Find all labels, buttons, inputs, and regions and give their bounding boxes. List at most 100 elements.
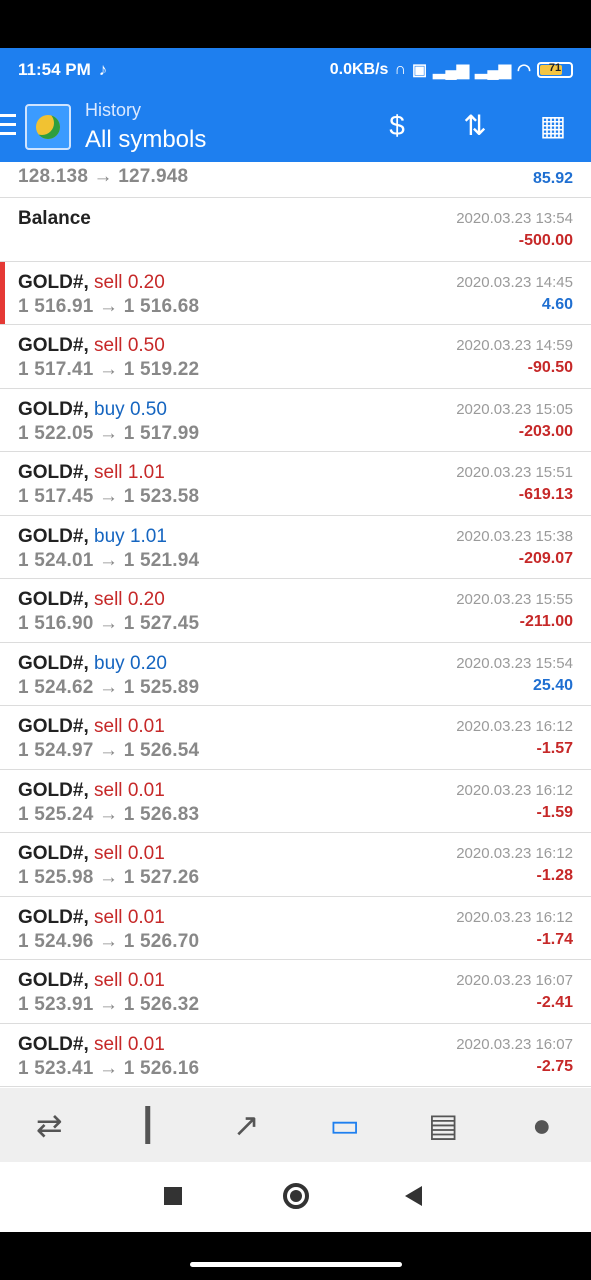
trade-time: 2020.03.23 15:38	[456, 527, 573, 545]
history-row[interactable]: GOLD#, sell 0.01 1 525.98 → 1 527.26 2020.…	[0, 833, 591, 897]
messages-icon[interactable]: ●	[517, 1107, 567, 1144]
history-list[interactable]: 128.138 → 127.948 85.92 Balance 2020.03.23 …	[0, 162, 591, 1088]
trade-symbol: GOLD#,	[18, 462, 89, 483]
wifi-icon: ◠	[517, 62, 531, 79]
status-right-group: 0.0KB/s ∩ ▣ ▂▄▆ ▂▄▆ ◠ 71	[330, 60, 573, 80]
trade-symbol-line: GOLD#, sell 0.20	[18, 272, 165, 294]
trade-symbol: GOLD#,	[18, 271, 89, 293]
history-row[interactable]: GOLD#, buy 0.20 1 524.62 → 1 525.89 2020.0…	[0, 643, 591, 706]
trade-icon[interactable]: ↗	[221, 1106, 271, 1144]
trade-symbol-line: GOLD#, sell 1.01	[18, 462, 165, 484]
history-row[interactable]: GOLD#, sell 0.01 1 524.97 → 1 526.54 2020.…	[0, 706, 591, 770]
history-row[interactable]: GOLD#, buy 1.01 1 524.01 → 1 521.94 2020.0…	[0, 516, 591, 579]
trade-symbol: GOLD#,	[18, 970, 89, 991]
recents-button[interactable]	[164, 1187, 182, 1205]
trade-direction: sell	[94, 1033, 123, 1055]
trade-side: sell 0.01	[89, 1034, 165, 1055]
trade-profit: -500.00	[518, 232, 573, 249]
symbol-selector[interactable]: All symbols	[85, 126, 206, 154]
trade-symbol-line: GOLD#, sell 0.01	[18, 1034, 165, 1056]
trade-symbol-line: GOLD#, sell 0.20	[18, 589, 165, 611]
menu-icon[interactable]	[0, 114, 16, 136]
trade-profit: -1.28	[536, 867, 573, 884]
app-bar: History All symbols $ ⇅ ▦	[0, 92, 591, 162]
trade-direction: sell	[94, 843, 123, 864]
trade-lot: 1.01	[127, 462, 165, 483]
trade-profit: -1.57	[536, 740, 573, 757]
history-row[interactable]: GOLD#, sell 0.20 1 516.90 → 1 527.45 2020.…	[0, 579, 591, 643]
trade-prices: 1 523.91 → 1 526.32	[18, 994, 200, 1015]
volte-icon: ▣	[412, 62, 428, 79]
trade-direction: sell	[94, 779, 123, 801]
trade-symbol-line: GOLD#, sell 0.01	[18, 970, 165, 992]
battery-icon: 71	[537, 62, 573, 78]
trade-profit: -619.13	[518, 486, 573, 503]
trade-symbol: GOLD#,	[18, 843, 89, 864]
trade-prices: 128.138 → 127.948	[18, 166, 189, 187]
history-row[interactable]: GOLD#, sell 1.01 1 517.45 → 1 523.58 2020.…	[0, 452, 591, 516]
history-icon[interactable]: ▭	[320, 1106, 370, 1144]
trade-prices: 1 524.01 → 1 521.94	[18, 549, 200, 571]
status-time: 11:54 PM	[18, 60, 91, 79]
history-row[interactable]: GOLD#, sell 0.01 1 523.41 → 1 526.16 2020.…	[0, 1024, 591, 1087]
home-indicator[interactable]	[190, 1262, 402, 1267]
trade-direction: sell	[94, 589, 123, 610]
calendar-icon[interactable]: ▦	[533, 106, 573, 146]
trade-profit: 4.60	[541, 295, 573, 313]
trade-prices: 1 524.97 → 1 526.54	[18, 740, 200, 761]
trade-lot: 0.01	[127, 970, 165, 991]
app-actions: $ ⇅ ▦	[377, 106, 573, 146]
page-subtitle: History	[85, 100, 142, 120]
trade-symbol: GOLD#,	[18, 906, 89, 928]
quotes-icon[interactable]: ⇄	[24, 1106, 74, 1144]
trade-prices: 1 524.62 → 1 525.89	[18, 676, 200, 698]
trade-profit: -2.41	[536, 994, 573, 1011]
trade-prices: 1 525.98 → 1 527.26	[18, 867, 200, 888]
history-row[interactable]: GOLD#, sell 0.01 1 523.91 → 1 526.32 2020.…	[0, 960, 591, 1024]
trade-time: 2020.03.23 16:12	[456, 781, 573, 799]
trade-lot: 0.50	[129, 398, 167, 420]
trade-time: 2020.03.23 15:55	[456, 591, 573, 608]
trade-direction: buy	[94, 398, 125, 420]
history-row[interactable]: GOLD#, sell 0.01 1 524.96 → 1 526.70 2020.…	[0, 897, 591, 960]
trade-symbol: GOLD#,	[18, 1033, 89, 1055]
trade-symbol: Balance	[18, 208, 91, 229]
trade-direction: sell	[94, 335, 123, 356]
trade-prices: 1 516.90 → 1 527.45	[18, 613, 200, 634]
trade-direction: buy	[94, 525, 125, 547]
history-row[interactable]: GOLD#, sell 0.50 1 517.41 → 1 519.22 2020.…	[0, 325, 591, 389]
trade-lot: 0.20	[129, 652, 167, 674]
sort-icon[interactable]: ⇅	[455, 106, 495, 146]
trade-time: 2020.03.23 14:59	[456, 337, 573, 354]
history-row[interactable]: 128.138 → 127.948 85.92	[0, 162, 591, 198]
currency-exchange-icon[interactable]: $	[377, 106, 417, 146]
trade-prices: 1 516.91 → 1 516.68	[18, 295, 200, 317]
trade-time: 2020.03.23 16:12	[456, 908, 573, 926]
trade-side: sell 0.01	[89, 907, 165, 928]
trade-symbol-line: GOLD#, sell 0.01	[18, 716, 165, 738]
trade-side: sell 0.20	[89, 272, 165, 293]
trade-prices: 1 524.96 → 1 526.70	[18, 930, 200, 952]
history-row[interactable]: GOLD#, buy 0.50 1 522.05 → 1 517.99 2020.0…	[0, 389, 591, 452]
trade-lot: 0.01	[127, 779, 165, 801]
trade-profit: -209.07	[518, 549, 573, 567]
history-row[interactable]: GOLD#, sell 0.01 1 525.24 → 1 526.83 2020.…	[0, 770, 591, 833]
trade-symbol-line: GOLD#, sell 0.01	[18, 907, 165, 929]
history-row[interactable]: GOLD#, sell 0.20 1 516.91 → 1 516.68 2020.…	[0, 261, 591, 325]
trade-symbol-line: GOLD#, sell 0.50	[18, 335, 165, 357]
trade-side: sell 0.01	[89, 970, 165, 991]
trade-symbol: GOLD#,	[18, 589, 89, 610]
back-button[interactable]	[405, 1186, 422, 1206]
news-icon[interactable]: ▤	[418, 1106, 468, 1144]
trade-side: sell 0.01	[89, 716, 165, 737]
trade-direction: sell	[94, 906, 123, 928]
tiktok-icon: ♪	[98, 60, 108, 79]
history-row[interactable]: Balance 2020.03.23 13:54 -500.00	[0, 198, 591, 262]
trade-profit: -1.59	[536, 803, 573, 821]
chart-icon[interactable]: ┃	[123, 1106, 173, 1144]
home-button[interactable]	[283, 1183, 309, 1209]
trade-lot: 1.01	[129, 525, 167, 547]
status-time-group: 11:54 PM ♪	[18, 60, 107, 80]
trade-lot: 0.50	[127, 335, 165, 356]
app-logo-icon[interactable]	[25, 104, 71, 150]
